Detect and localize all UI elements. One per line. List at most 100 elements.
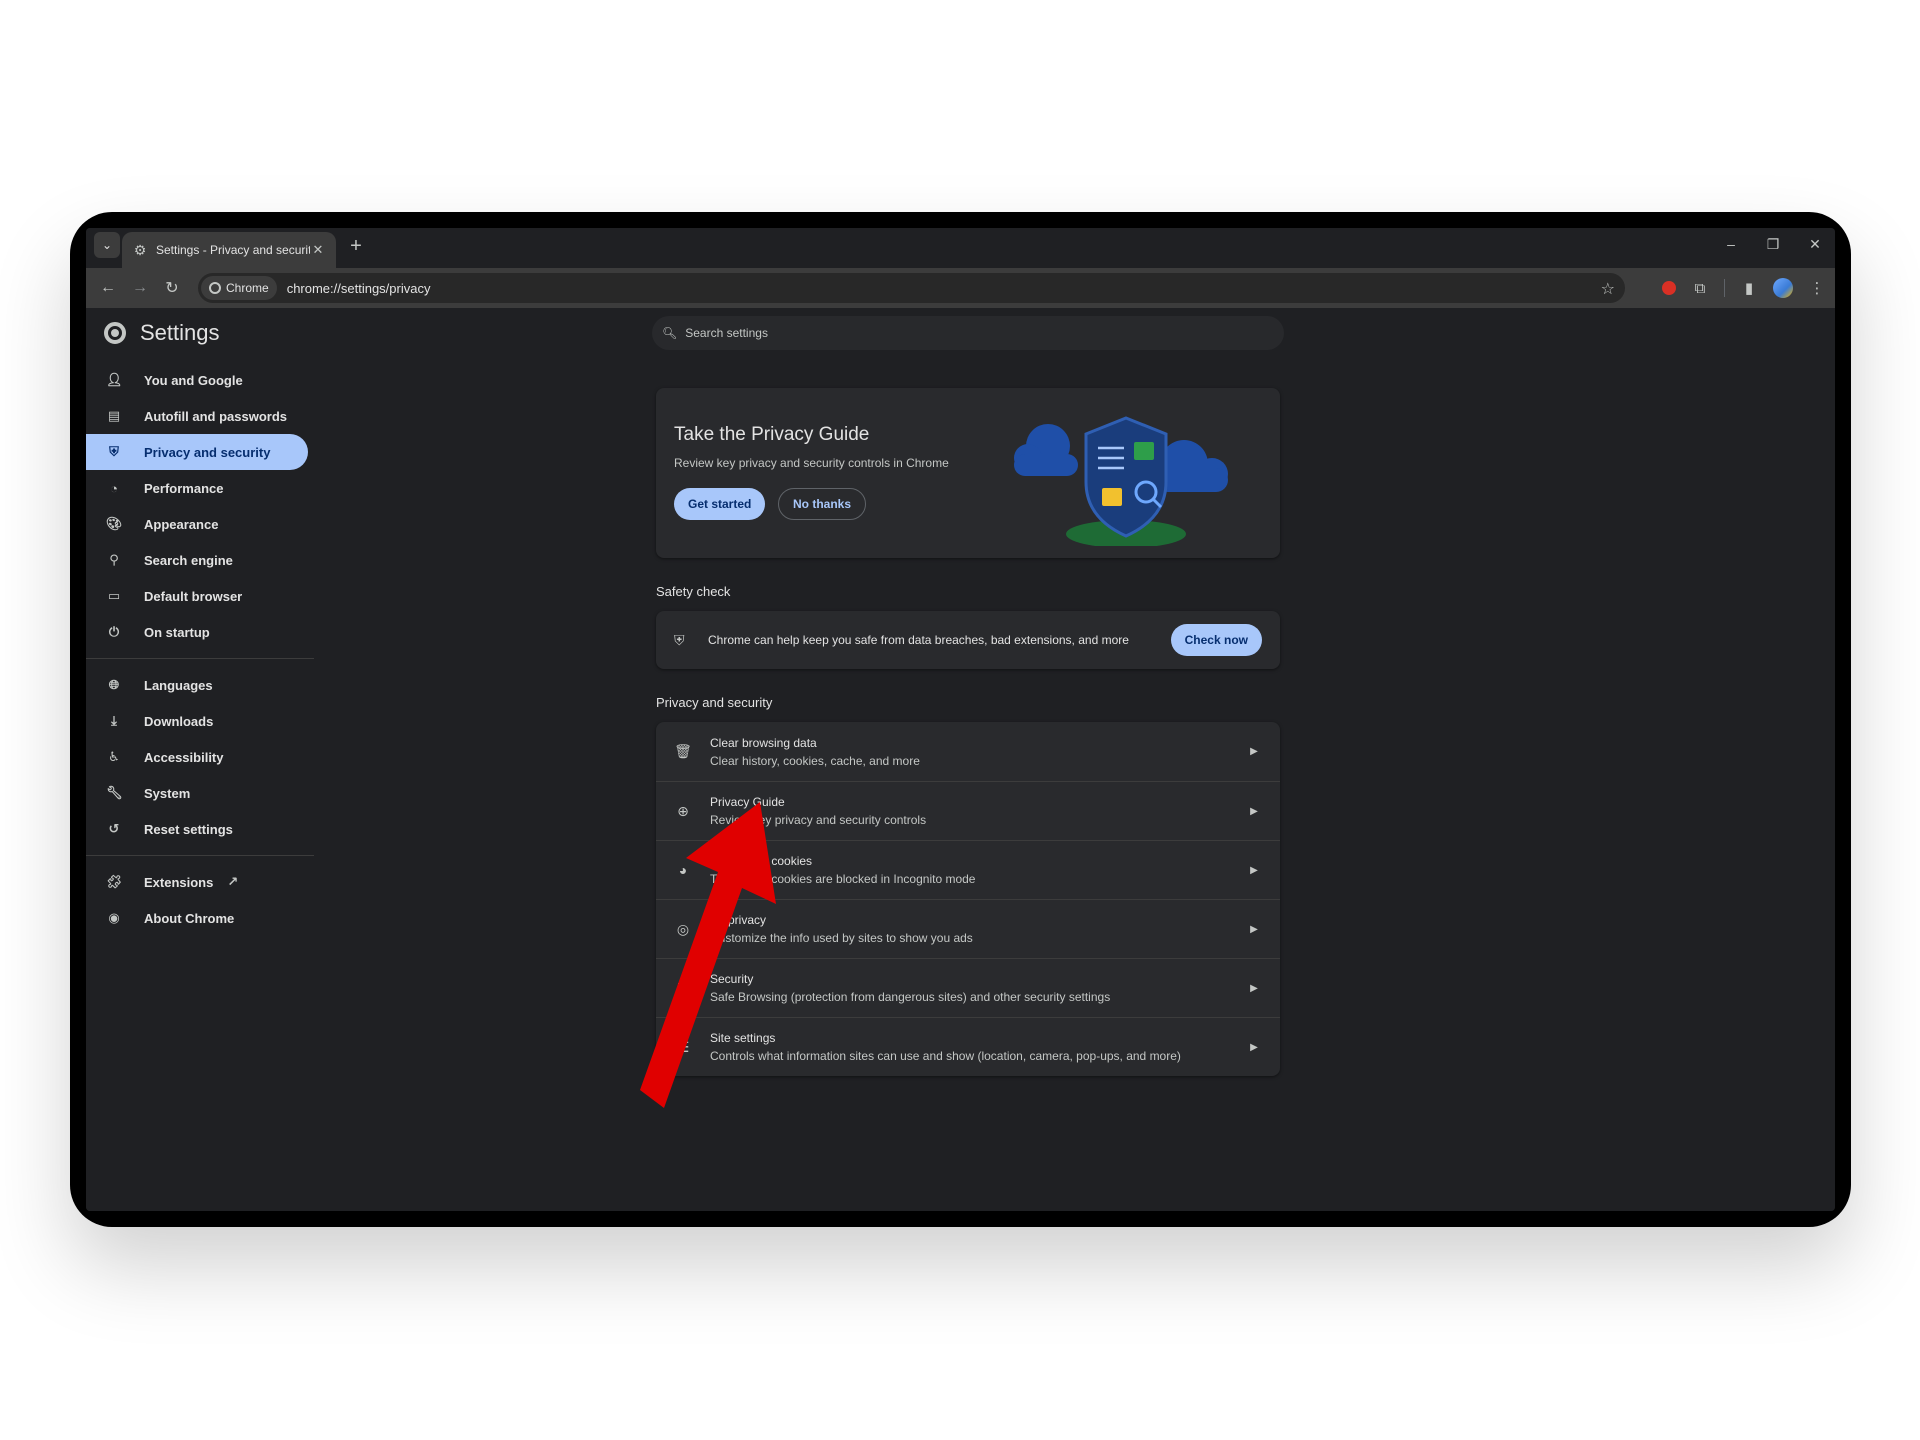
search-input[interactable]: 🔍︎ Search settings [652,316,1284,350]
sidebar-item-default-browser[interactable]: ▭ Default browser [86,578,308,614]
address-bar[interactable]: Chrome chrome://settings/privacy ☆ [198,273,1625,303]
sidebar-item-autofill[interactable]: ▤ Autofill and passwords [86,398,308,434]
palette-icon: 🎨︎ [106,516,123,531]
device-frame: ⌄ ⚙ Settings - Privacy and security ✕ + … [70,212,1851,1227]
sidebar-item-label: Autofill and passwords [144,408,288,424]
sidebar-item-label: Extensions [144,874,214,890]
clipboard-icon: ▤ [107,408,121,423]
sidebar-item-label: Accessibility [144,749,224,765]
sidebar-item-languages[interactable]: 🌐︎ Languages [86,667,308,703]
settings-page: Settings 🔍︎ Search settings 👤︎ You and G… [86,308,1835,1211]
row-title: Third-party cookies [710,854,813,868]
puzzle-icon[interactable]: ⧉ [1690,280,1710,297]
sidebar-item-privacy[interactable]: ⛨ Privacy and security [86,434,308,470]
profile-avatar[interactable] [1773,278,1793,298]
safety-check-heading: Safety check [656,584,731,599]
shield-icon: ⛨ [109,444,119,459]
privacy-guide-description: Review key privacy and security controls… [674,456,949,470]
sidebar-item-on-startup[interactable]: ⏻ On startup [86,614,308,650]
window-close-icon[interactable]: ✕ [1805,236,1825,253]
download-icon: ⤓ [111,713,117,728]
sidebar-item-extensions[interactable]: 🧩︎ Extensions ↗ [86,864,308,900]
puzzle-icon: 🧩︎ [106,874,123,889]
row-subtitle: Third-party cookies are blocked in Incog… [710,872,976,886]
gear-icon: ⚙ [133,241,147,258]
tab-search-button[interactable]: ⌄ [94,232,120,258]
chevron-right-icon: ▶ [1250,864,1258,876]
reload-icon[interactable]: ↻ [156,278,188,298]
row-subtitle: Clear history, cookies, cache, and more [710,753,920,768]
tab-settings[interactable]: ⚙ Settings - Privacy and security ✕ [122,232,336,268]
red-annotation-arrow [640,802,776,1108]
row-title: Ad privacy [710,913,767,927]
privacy-guide-title: Take the Privacy Guide [674,424,870,445]
trash-icon: 🗑︎ [674,743,692,759]
back-arrow-icon[interactable]: ← [92,279,124,297]
sidebar-item-about-chrome[interactable]: ◉ About Chrome [86,900,308,936]
person-icon: 👤︎ [106,372,123,387]
minimize-icon[interactable]: – [1721,236,1741,253]
new-tab-button[interactable]: + [344,235,368,258]
sidebar-item-label: Default browser [144,588,243,604]
privacy-guide-card: Take the Privacy Guide Review key privac… [656,388,1280,558]
forward-arrow-icon[interactable]: → [124,279,156,297]
sidebar-item-label: System [144,785,191,801]
restore-icon[interactable]: ❐ [1763,236,1783,253]
chevron-right-icon: ▶ [1250,746,1258,757]
sidebar-item-performance[interactable]: ◔ Performance [86,470,308,506]
no-thanks-button[interactable]: No thanks [778,488,867,520]
sidebar-divider [86,855,314,856]
url-text[interactable]: chrome://settings/privacy [287,281,431,296]
sidebar-item-label: Downloads [144,713,214,729]
search-icon: ⚲ [109,552,119,567]
sidebar-item-label: Reset settings [144,821,233,837]
get-started-button[interactable]: Get started [674,488,766,520]
sidebar-item-search-engine[interactable]: ⚲ Search engine [86,542,308,578]
sidebar-divider [86,658,314,659]
sidebar-item-system[interactable]: 🔧︎ System [86,775,308,811]
chrome-logo-icon [104,322,126,344]
privacy-guide-illustration [1014,416,1228,546]
chevron-right-icon: ▶ [1250,1041,1258,1053]
row-title: Clear browsing data [710,735,817,750]
sidebar-item-you-and-google[interactable]: 👤︎ You and Google [86,362,308,398]
settings-header: Settings [104,320,220,346]
row-subtitle: Controls what information sites can use … [710,1049,1181,1063]
row-clear-browsing-data[interactable]: 🗑︎ Clear browsing data Clear history, coo… [656,722,1280,781]
page-title: Settings [140,320,220,345]
sidebar-item-label: Appearance [144,516,219,532]
sidebar-item-downloads[interactable]: ⤓ Downloads [86,703,308,739]
safety-shield-icon: ⛨ [674,631,685,648]
sidebar-item-label: You and Google [144,372,243,388]
toolbar-right-actions: ⧉ ▮ ⋮ [1662,268,1827,308]
sidebar-item-appearance[interactable]: 🎨︎ Appearance [86,506,308,542]
globe-icon: 🌐︎ [108,677,120,692]
chrome-icon: ◉ [108,910,120,925]
bookmark-star-icon[interactable]: ☆ [1601,279,1615,299]
toolbar-divider [1724,279,1725,297]
chevron-down-icon: ⌄ [101,238,113,252]
extension-red-icon[interactable] [1662,281,1676,295]
sidebar-item-label: Search engine [144,552,233,568]
site-chip[interactable]: Chrome [201,276,277,300]
external-link-icon: ↗ [227,874,239,889]
check-now-button[interactable]: Check now [1170,624,1262,656]
tab-strip: ⌄ ⚙ Settings - Privacy and security ✕ + … [86,228,1835,268]
sidebar-item-accessibility[interactable]: ♿︎ Accessibility [86,739,308,775]
chevron-right-icon: ▶ [1250,982,1258,994]
row-subtitle: Safe Browsing (protection from dangerous… [710,990,1111,1004]
window-controls: – ❐ ✕ [1721,236,1825,253]
accessibility-icon: ♿︎ [108,749,120,764]
sidebar-item-reset-settings[interactable]: ↺ Reset settings [86,811,308,847]
sidebar-item-label: Performance [144,480,224,496]
kebab-menu-icon[interactable]: ⋮ [1807,279,1827,297]
speedometer-icon: ◔ [110,480,118,496]
safety-check-card: ⛨ Chrome can help keep you safe from dat… [656,611,1280,669]
browser-screen: ⌄ ⚙ Settings - Privacy and security ✕ + … [86,228,1835,1211]
safety-check-text: Chrome can help keep you safe from data … [708,633,1129,647]
close-icon[interactable]: ✕ [310,242,326,258]
chevron-right-icon: ▶ [1250,923,1258,935]
sidebar-item-label: Languages [144,677,213,693]
side-panel-icon[interactable]: ▮ [1739,279,1759,297]
sidebar-item-label: Privacy and security [144,444,271,460]
